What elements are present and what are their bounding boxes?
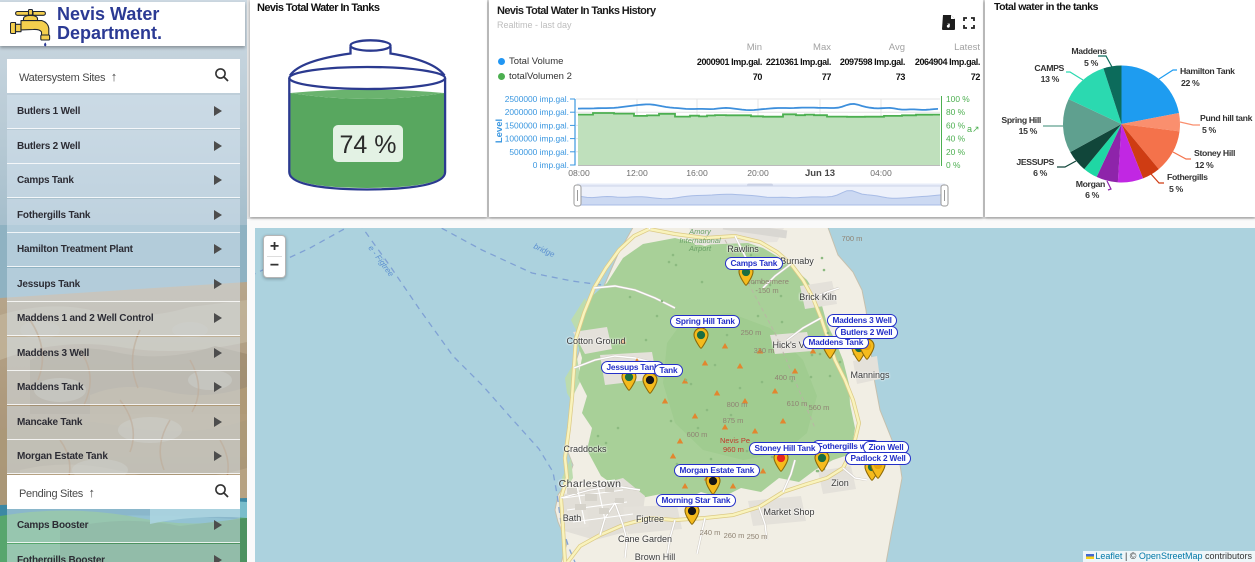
svg-text:0 %: 0 % [946,160,961,170]
svg-text:5 %: 5 % [1169,184,1184,194]
svg-text:60 %: 60 % [946,120,966,130]
svg-text:100 %: 100 % [946,94,970,104]
svg-text:Morgan: Morgan [1076,179,1105,189]
svg-text:04:00: 04:00 [870,168,892,178]
svg-text:12 %: 12 % [1195,160,1214,170]
svg-text:13 %: 13 % [1041,74,1060,84]
svg-text:20 %: 20 % [946,147,966,157]
svg-text:JESSUPS: JESSUPS [1016,157,1054,167]
svg-text:Maddens: Maddens [1071,46,1107,56]
svg-text:5 %: 5 % [1084,58,1099,68]
svg-text:74 %: 74 % [340,131,397,159]
svg-text:Level: Level [494,119,505,143]
svg-text:CAMPS: CAMPS [1034,63,1064,73]
svg-text:0 imp.gal.: 0 imp.gal. [533,160,569,170]
svg-text:22 %: 22 % [1181,78,1200,88]
svg-text:1500000 imp.gal.: 1500000 imp.gal. [505,120,569,130]
svg-text:500000 imp.gal.: 500000 imp.gal. [509,147,569,157]
svg-text:40 %: 40 % [946,134,966,144]
svg-text:2500000 imp.gal.: 2500000 imp.gal. [505,94,569,104]
svg-text:Hamilton Tank: Hamilton Tank [1180,66,1235,76]
svg-text:1000000 imp.gal.: 1000000 imp.gal. [505,134,569,144]
svg-text:16:00: 16:00 [686,168,708,178]
svg-text:Stoney Hill: Stoney Hill [1194,148,1235,158]
svg-text:Jun 13: Jun 13 [805,168,835,179]
svg-text:08:00: 08:00 [568,168,590,178]
svg-text:20:00: 20:00 [747,168,769,178]
svg-text:15 %: 15 % [1019,126,1038,136]
svg-text:5 %: 5 % [1202,125,1217,135]
svg-text:Pund hill tank: Pund hill tank [1200,113,1253,123]
svg-text:2000000 imp.gal.: 2000000 imp.gal. [505,107,569,117]
svg-text:a↗: a↗ [967,124,980,134]
svg-text:80 %: 80 % [946,107,966,117]
svg-text:Spring Hill: Spring Hill [1001,115,1041,125]
svg-text:6 %: 6 % [1085,190,1100,200]
svg-text:Fothergills: Fothergills [1167,172,1208,182]
svg-text:6 %: 6 % [1033,168,1048,178]
svg-text:12:00: 12:00 [626,168,648,178]
